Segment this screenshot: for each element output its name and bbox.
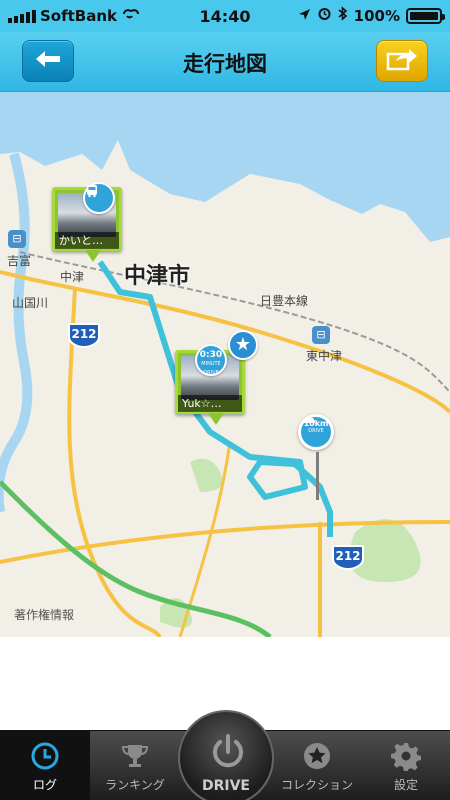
tab-label: コレクション xyxy=(280,778,353,792)
share-button[interactable] xyxy=(376,40,428,82)
drive-label: DRIVE xyxy=(201,778,250,794)
map-label-nakatsu-station: 中津 xyxy=(60,270,85,284)
photo-caption: Yuk☆… xyxy=(178,395,242,412)
tab-label: ランキング xyxy=(105,778,165,792)
status-right: 100% xyxy=(298,6,445,25)
map-label-yoshitomi: 吉富 xyxy=(7,254,32,268)
train-station-icon: ⊟ xyxy=(8,230,26,248)
trophy-icon xyxy=(120,741,150,774)
route-number: 212 xyxy=(71,327,97,341)
distance-unit: DRIVE xyxy=(308,428,324,434)
route-number: 212 xyxy=(335,549,361,563)
drive-map[interactable]: 吉富 山国川 日豊本線 東中津 中津 中津市 ⊟ ⊟ 212 212 かいと… xyxy=(0,92,450,637)
battery-icon xyxy=(406,7,445,24)
map-copyright-link[interactable]: 著作権情報 xyxy=(14,606,74,623)
bus-badge xyxy=(83,182,115,214)
route-shield-212: 212 xyxy=(330,544,366,570)
app-root: SoftBank 14:40 100% 走行地図 吉富 山国川 日豊本線 東中津… xyxy=(0,0,450,800)
pin-stem xyxy=(85,250,101,262)
star-icon: ★ xyxy=(234,334,252,355)
power-icon xyxy=(208,732,248,776)
map-label-yamakuni-river: 山国川 xyxy=(12,296,49,310)
drive-button[interactable]: DRIVE xyxy=(178,710,274,800)
photo-caption: かいと… xyxy=(55,232,119,249)
location-arrow-icon xyxy=(298,7,311,25)
tab-label: 設定 xyxy=(393,778,418,792)
tab-log[interactable]: ログ xyxy=(0,731,90,800)
navigation-bar: 走行地図 xyxy=(0,32,450,92)
badge-drive: DRIVE xyxy=(203,370,219,376)
alarm-icon xyxy=(317,6,332,25)
distance-marker[interactable]: 10km DRIVE xyxy=(298,414,334,500)
map-label-higashinakatsu: 東中津 xyxy=(306,349,343,363)
train-station-icon: ⊟ xyxy=(312,326,330,344)
badge-minute: MINUTE xyxy=(201,361,221,367)
status-bar: SoftBank 14:40 100% xyxy=(0,0,450,32)
marker-stick xyxy=(316,452,319,500)
tab-settings[interactable]: 設定 xyxy=(362,731,450,800)
map-label-nippo-line: 日豊本線 xyxy=(260,294,309,308)
tab-ranking[interactable]: ランキング xyxy=(90,731,180,800)
map-label-city: 中津市 xyxy=(124,264,191,289)
drive-time-badge: 0:30 MINUTE DRIVE xyxy=(195,344,227,376)
share-icon xyxy=(386,47,418,75)
battery-percent: 100% xyxy=(353,6,400,25)
pin-stem xyxy=(208,413,224,425)
tab-label: ログ xyxy=(32,778,57,792)
star-icon xyxy=(302,741,332,774)
gear-icon xyxy=(391,741,421,774)
star-badge: ★ xyxy=(228,330,258,360)
clock-icon xyxy=(30,741,60,774)
badge-time: 0:30 xyxy=(199,350,223,360)
route-shield-212: 212 xyxy=(66,322,102,348)
tab-collection[interactable]: コレクション xyxy=(272,731,362,800)
bluetooth-icon xyxy=(338,6,348,25)
